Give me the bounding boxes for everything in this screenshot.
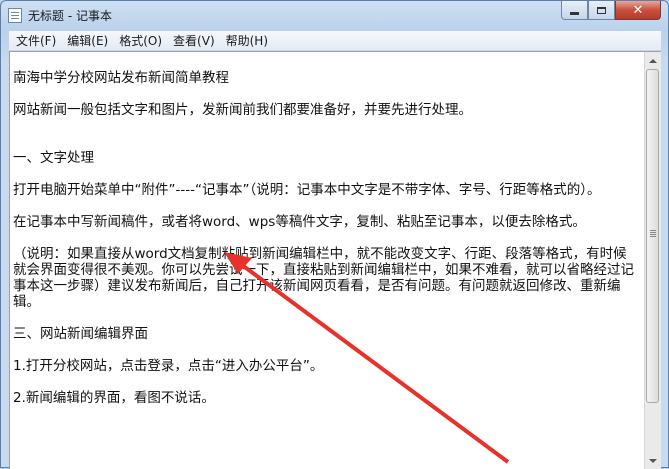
menu-bar: 文件(F) 编辑(E) 格式(O) 查看(V) 帮助(H)	[9, 31, 661, 50]
menu-edit[interactable]: 编辑(E)	[63, 32, 112, 49]
doc-line-blank	[13, 118, 639, 134]
doc-line-step-2: 2.新闻编辑的界面，看图不说话。	[13, 390, 215, 406]
notepad-window: 无标题 - 记事本 ✕ 文件(F) 编辑(E) 格式(O) 查看(V) 帮助(H…	[0, 0, 669, 469]
scroll-thumb[interactable]	[646, 69, 659, 403]
close-button[interactable]: ✕	[615, 1, 661, 20]
text-editor[interactable]: 南海中学分校网站发布新闻简单教程 网站新闻一般包括文字和图片，发新闻前我们都要准…	[9, 51, 661, 469]
window-title: 无标题 - 记事本	[28, 9, 112, 23]
doc-line-heading-1: 一、文字处理	[13, 150, 94, 166]
doc-line-note: （说明：如果直接从word文档复制粘贴到新闻编辑栏中，就不能改变文字、行距、段落…	[13, 246, 634, 310]
scroll-down-button[interactable]	[645, 452, 661, 469]
doc-line-step-1: 1.打开分校网站，点击登录，点击“进入办公平台”。	[13, 358, 324, 374]
vertical-scrollbar[interactable]	[644, 52, 661, 469]
scroll-up-button[interactable]	[645, 52, 661, 69]
doc-line-heading-3: 三、网站新闻编辑界面	[13, 326, 148, 342]
notepad-icon	[8, 8, 22, 23]
grip-icon	[650, 230, 656, 231]
maximize-button[interactable]	[588, 1, 615, 20]
document-text: 南海中学分校网站发布新闻简单教程 网站新闻一般包括文字和图片，发新闻前我们都要准…	[13, 66, 639, 406]
arrow-down-icon	[649, 458, 657, 463]
maximize-icon	[597, 6, 606, 14]
minimize-button[interactable]	[561, 1, 588, 20]
close-icon: ✕	[632, 2, 644, 18]
doc-line-title: 南海中学分校网站发布新闻简单教程	[13, 70, 229, 86]
doc-line-step-paste: 在记事本中写新闻稿件，或者将word、wps等稿件文字，复制、粘贴至记事本，以便…	[13, 214, 586, 230]
arrow-up-icon	[649, 58, 657, 63]
menu-view[interactable]: 查看(V)	[169, 32, 219, 49]
menu-help[interactable]: 帮助(H)	[222, 32, 272, 49]
menu-file[interactable]: 文件(F)	[12, 32, 60, 49]
minimize-icon	[570, 11, 579, 15]
doc-line-intro: 网站新闻一般包括文字和图片，发新闻前我们都要准备好，并要先进行处理。	[13, 102, 472, 118]
menu-format[interactable]: 格式(O)	[115, 32, 166, 49]
doc-line-step-open: 打开电脑开始菜单中“附件”----“记事本”（说明：记事本中文字是不带字体、字号…	[13, 182, 601, 198]
